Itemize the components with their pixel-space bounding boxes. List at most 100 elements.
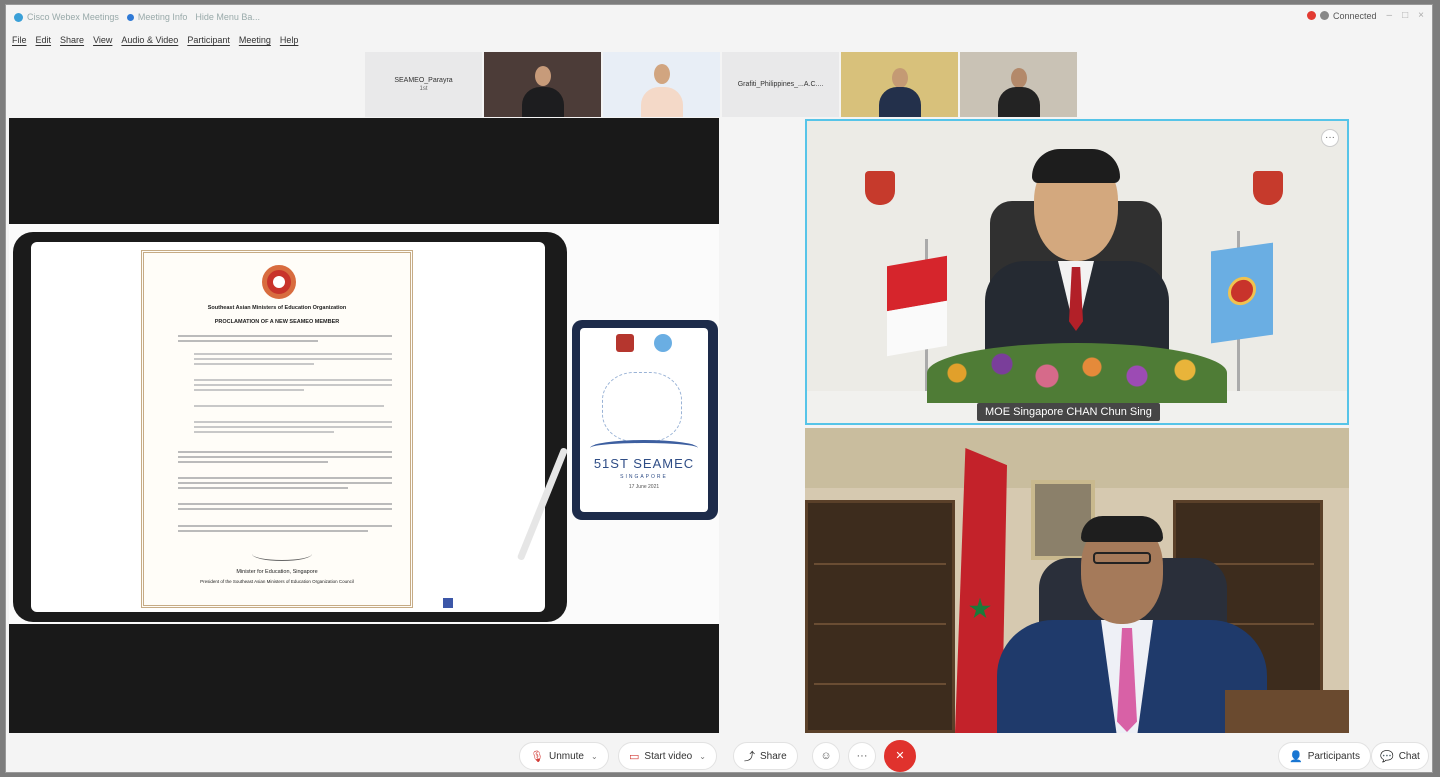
thumbnail-participant[interactable]: Grafiti_Philippines_...A.C.... <box>722 52 839 117</box>
shelf-row <box>814 683 946 685</box>
cert-text-line <box>194 421 392 423</box>
close-window-button[interactable]: × <box>1418 10 1424 21</box>
signature <box>252 547 312 561</box>
cert-text-line <box>178 503 392 505</box>
menu-edit[interactable]: Edit <box>36 35 52 45</box>
connection-icon <box>1320 11 1329 20</box>
share-button[interactable]: ⤴ Share <box>733 742 798 770</box>
seameo-emblem <box>262 265 296 299</box>
cert-text-line <box>178 451 392 453</box>
tablet-frame: Southeast Asian Ministers of Education O… <box>13 232 567 622</box>
hide-menu-bar-toggle[interactable]: Hide Menu Ba... <box>195 12 260 22</box>
cert-text-line <box>194 405 384 407</box>
meeting-info-link[interactable]: Meeting Info <box>126 12 188 22</box>
reaction-icon: ☺ <box>820 750 832 762</box>
participant-body <box>878 87 921 117</box>
connection-status[interactable]: Connected <box>1333 11 1377 21</box>
cert-text-line <box>194 426 392 428</box>
minimize-button[interactable]: – <box>1387 10 1393 21</box>
title-right: Connected – □ × <box>1307 10 1424 21</box>
cert-text-line <box>178 525 392 527</box>
video-off-icon: ▭ <box>629 750 640 763</box>
ellipsis-icon[interactable]: ··· <box>1321 129 1339 147</box>
menu-audio-video[interactable]: Audio & Video <box>121 35 178 45</box>
thumbnail-subtext: 1st <box>419 86 428 92</box>
cert-text-line <box>178 487 348 489</box>
webex-logo-icon <box>14 12 23 22</box>
unmute-label: Unmute <box>548 750 584 762</box>
meeting-info-text: Meeting Info <box>137 12 188 22</box>
cert-text-line <box>194 379 392 381</box>
end-meeting-icon: ✕ <box>895 750 905 762</box>
shared-slide: Southeast Asian Ministers of Education O… <box>9 224 719 624</box>
participants-icon: 👤 <box>1289 750 1303 763</box>
cert-text-line <box>178 335 392 337</box>
participant-head <box>1010 68 1027 88</box>
cert-text-line <box>194 389 304 391</box>
shelf-row <box>814 563 946 565</box>
speaker-hair <box>1032 149 1120 183</box>
chevron-down-icon[interactable]: ⌄ <box>591 752 598 761</box>
maximize-button[interactable]: □ <box>1402 10 1408 21</box>
menu-share[interactable]: Share <box>60 35 84 45</box>
seameo-logo-icon <box>654 334 672 352</box>
cert-text-line <box>194 431 334 433</box>
recording-icon <box>1307 11 1316 20</box>
cert-text-line <box>178 477 392 479</box>
participant-body <box>521 87 564 117</box>
green-star-icon <box>969 598 991 619</box>
cert-text-line <box>178 461 328 463</box>
shelf-row <box>814 623 946 625</box>
end-meeting-button[interactable]: ✕ <box>884 740 916 772</box>
menu-help[interactable]: Help <box>280 35 299 45</box>
moe-crest-left <box>865 171 895 205</box>
menu-bar: File Edit Share View Audio & Video Parti… <box>12 35 307 45</box>
share-label: Share <box>760 750 787 762</box>
cert-text-line <box>194 353 392 355</box>
cert-text-line <box>194 358 392 360</box>
thumbnail-video[interactable] <box>603 52 720 117</box>
video-tile-active-speaker[interactable]: MOE Singapore CHAN Chun Sing ··· <box>805 119 1349 425</box>
unmute-button[interactable]: 🎙 Unmute ⌄ <box>519 742 609 770</box>
chat-icon: 💬 <box>1380 750 1394 763</box>
shared-screen[interactable]: Southeast Asian Ministers of Education O… <box>9 118 719 733</box>
thumbnail-video[interactable] <box>960 52 1077 117</box>
thumbnail-participant[interactable]: SEAMEO_Parayra 1st <box>365 52 482 117</box>
thumbnail-strip: SEAMEO_Parayra 1st Grafiti_Philippines_.… <box>365 52 1079 117</box>
desk <box>1225 690 1349 733</box>
seameo-flag <box>1211 242 1273 344</box>
menu-file[interactable]: File <box>12 35 27 45</box>
chat-button[interactable]: 💬 Chat <box>1371 742 1429 770</box>
second-tablet: 51ST SEAMEC SINGAPORE 17 June 2021 <box>572 320 718 520</box>
thumbnail-video[interactable] <box>484 52 601 117</box>
webex-window: Cisco Webex Meetings Meeting Info Hide M… <box>5 4 1433 773</box>
event-location: SINGAPORE <box>620 474 668 480</box>
singapore-flag <box>887 255 947 357</box>
cert-text-line <box>178 456 392 458</box>
menu-view[interactable]: View <box>93 35 112 45</box>
app-title: Cisco Webex Meetings <box>14 12 119 22</box>
chevron-down-icon[interactable]: ⌄ <box>699 752 706 761</box>
cert-title: PROCLAMATION OF A NEW SEAMEO MEMBER <box>214 319 340 325</box>
reactions-button[interactable]: ☺ <box>812 742 840 770</box>
menu-participant[interactable]: Participant <box>187 35 230 45</box>
menu-meeting[interactable]: Meeting <box>239 35 271 45</box>
office-wall <box>805 428 1349 488</box>
event-date: 17 June 2021 <box>628 484 660 490</box>
cert-footer: President of the Southeast Asian Ministe… <box>200 579 354 584</box>
participant-body <box>997 87 1040 117</box>
cert-text-line <box>178 530 368 532</box>
participant-hair <box>1081 516 1163 542</box>
moe-crest-icon <box>616 334 634 352</box>
video-tile-participant[interactable] <box>805 428 1349 733</box>
participants-button[interactable]: 👤 Participants <box>1278 742 1371 770</box>
cert-text-line <box>178 508 392 510</box>
flag-white-band <box>887 300 947 357</box>
participant-head <box>891 68 908 88</box>
thumbnail-video[interactable] <box>841 52 958 117</box>
cert-org-name: Southeast Asian Ministers of Education O… <box>207 305 347 311</box>
bookshelf-left <box>805 500 955 733</box>
proclamation-document: Southeast Asian Ministers of Education O… <box>141 250 413 608</box>
more-options-button[interactable]: ··· <box>848 742 876 770</box>
start-video-button[interactable]: ▭ Start video ⌄ <box>618 742 717 770</box>
